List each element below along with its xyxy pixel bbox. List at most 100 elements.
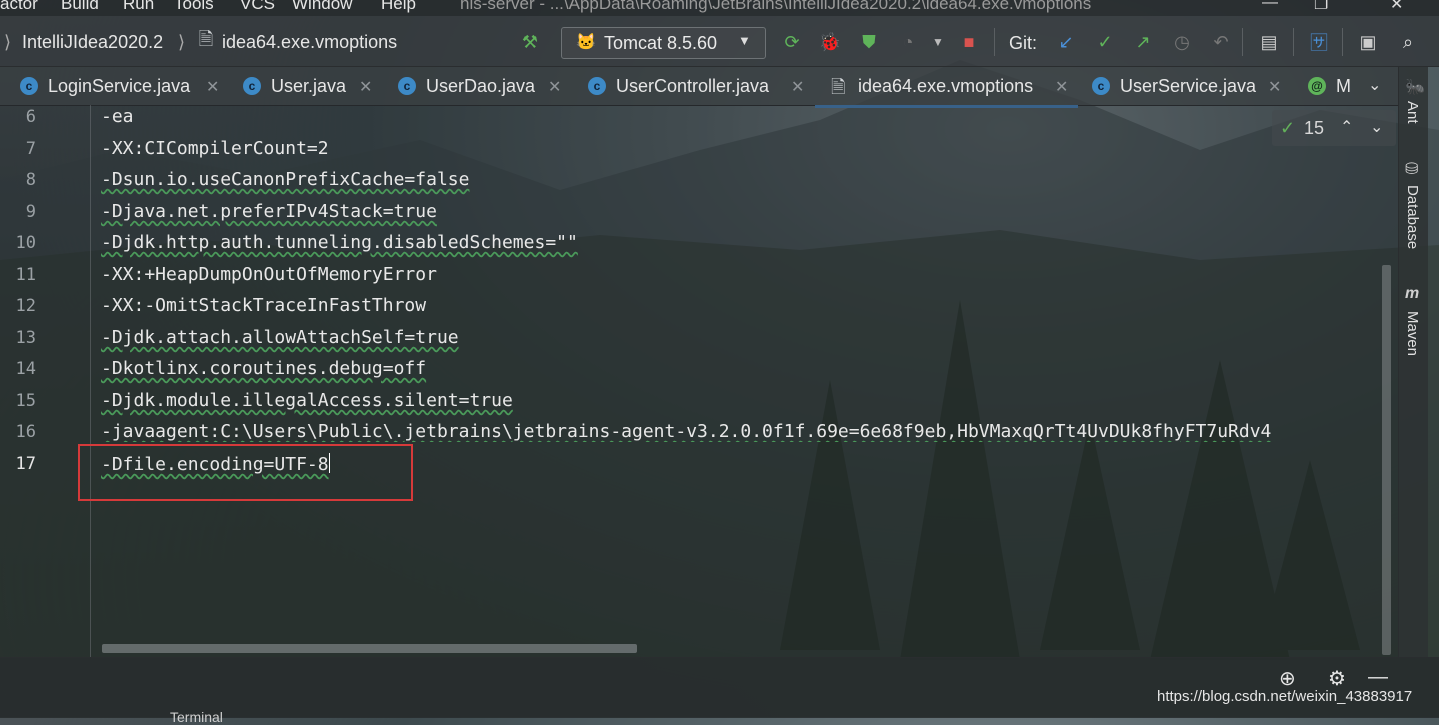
tab-label: User.java: [271, 76, 347, 96]
tab-m[interactable]: @ M: [1308, 67, 1363, 105]
ant-tool-button[interactable]: Ant: [1404, 101, 1421, 124]
git-push-icon[interactable]: ↗: [1131, 30, 1155, 54]
vertical-scrollbar[interactable]: [1382, 265, 1391, 655]
history-clock-icon[interactable]: ◷: [1170, 30, 1194, 54]
tab-user[interactable]: c User.java ✕: [243, 67, 383, 105]
debug-bug-icon[interactable]: 🐞: [818, 30, 842, 54]
git-update-icon[interactable]: ↙: [1054, 30, 1078, 54]
chevron-down-icon[interactable]: ⌄: [1370, 117, 1383, 137]
class-icon: c: [398, 77, 416, 95]
chevron-down-icon[interactable]: ▼: [926, 30, 950, 54]
presentation-icon[interactable]: ▣: [1356, 30, 1380, 54]
search-icon[interactable]: ⌕: [1396, 30, 1420, 54]
close-tab-icon[interactable]: ✕: [1268, 77, 1281, 97]
toolbar-separator: [1242, 28, 1243, 56]
menu-build[interactable]: Build: [61, 0, 99, 14]
code-line: -Djdk.http.auth.tunneling.disabledScheme…: [101, 232, 578, 253]
code-line: -ea: [101, 106, 134, 127]
watermark-url: https://blog.csdn.net/weixin_43883917: [1157, 688, 1413, 705]
profile-icon[interactable]: ◔: [896, 30, 920, 54]
database-tool-button[interactable]: Database: [1404, 185, 1421, 249]
minimize-panel-icon[interactable]: —: [1368, 666, 1388, 689]
navigation-bar: ⟩ IntelliJIdea2020.2 ⟩ 🗎 idea64.exe.vmop…: [0, 16, 1439, 67]
build-hammer-icon[interactable]: ⚒: [518, 30, 542, 54]
inspection-widget[interactable]: ✓ 15 ⌃ ⌄: [1272, 110, 1396, 146]
restore-button[interactable]: ❐: [1314, 0, 1328, 14]
line-number: 16: [15, 422, 36, 442]
tab-vmoptions[interactable]: 🗎 idea64.exe.vmoptions ✕: [815, 67, 1078, 108]
coverage-shield-icon[interactable]: ⛊: [857, 30, 881, 54]
menu-help[interactable]: Help: [381, 0, 416, 14]
menu-window[interactable]: Window: [292, 0, 352, 14]
window-title: his-server - ...\AppData\Roaming\JetBrai…: [460, 0, 1092, 13]
line-number-gutter: 6 7 8 9 10 11 12 13 14 15 16 17: [0, 105, 91, 657]
translate-icon[interactable]: 🈂: [1307, 30, 1331, 54]
close-tab-icon[interactable]: ✕: [791, 77, 804, 97]
run-configuration-label: Tomcat 8.5.60: [604, 33, 718, 53]
close-window-button[interactable]: ✕: [1390, 0, 1403, 14]
check-icon: ✓: [1280, 118, 1296, 138]
code-line: -Djdk.module.illegalAccess.silent=true: [101, 390, 513, 411]
breadcrumb-folder[interactable]: IntelliJIdea2020.2: [22, 32, 163, 53]
code-line: -Dsun.io.useCanonPrefixCache=false: [101, 169, 470, 190]
tab-userdao[interactable]: c UserDao.java ✕: [398, 67, 573, 105]
close-tab-icon[interactable]: ✕: [1055, 77, 1068, 97]
line-number: 10: [15, 233, 36, 253]
tab-label: LoginService.java: [48, 76, 191, 96]
ant-icon: 🐜: [1405, 79, 1425, 96]
editor-tab-bar: c LoginService.java ✕ c User.java ✕ c Us…: [0, 67, 1398, 108]
code-line: -Djdk.attach.allowAttachSelf=true: [101, 327, 459, 348]
git-commit-check-icon[interactable]: ✓: [1093, 30, 1117, 54]
inspection-count: 15: [1304, 118, 1325, 138]
menu-tools[interactable]: Tools: [174, 0, 214, 14]
minimize-button[interactable]: —: [1262, 0, 1278, 12]
breadcrumb-chevron-icon: ⟩: [178, 32, 186, 52]
database-icon: ⛁: [1405, 161, 1419, 178]
rerun-icon[interactable]: ⟳: [780, 30, 804, 54]
line-number: 14: [15, 359, 36, 379]
project-structure-icon[interactable]: ▤: [1257, 30, 1281, 54]
line-number: 13: [15, 328, 36, 348]
menu-run[interactable]: Run: [123, 0, 154, 14]
close-tab-icon[interactable]: ✕: [548, 77, 561, 97]
chevron-down-icon[interactable]: ⌄: [1368, 75, 1381, 95]
line-number: 12: [15, 296, 36, 316]
tomcat-icon: 🐱: [576, 34, 596, 51]
line-number: 7: [25, 139, 36, 159]
line-number: 11: [15, 265, 36, 285]
code-editor[interactable]: 6 7 8 9 10 11 12 13 14 15 16 17 -ea -XX:…: [0, 105, 1398, 657]
line-number: 9: [25, 202, 36, 222]
line-number-current: 17: [15, 454, 36, 474]
run-configuration-selector[interactable]: 🐱 Tomcat 8.5.60 ▼: [561, 27, 766, 59]
class-icon: c: [1092, 77, 1110, 95]
close-tab-icon[interactable]: ✕: [206, 77, 219, 97]
code-line: -XX:-OmitStackTraceInFastThrow: [101, 295, 427, 316]
tab-loginservice[interactable]: c LoginService.java ✕: [20, 67, 230, 105]
line-number: 6: [25, 107, 36, 127]
code-line: -Dkotlinx.coroutines.debug=off: [101, 358, 427, 379]
chevron-up-icon[interactable]: ⌃: [1340, 117, 1353, 137]
breadcrumb-file[interactable]: idea64.exe.vmoptions: [222, 32, 397, 53]
maven-tool-button[interactable]: Maven: [1404, 311, 1421, 356]
tab-label: idea64.exe.vmoptions: [858, 76, 1034, 96]
tab-usercontroller[interactable]: c UserController.java ✕: [588, 67, 810, 105]
class-icon: c: [20, 77, 38, 95]
close-tab-icon[interactable]: ✕: [359, 77, 372, 97]
toolbar-separator: [994, 28, 995, 56]
menu-refactor[interactable]: actor: [0, 0, 38, 14]
code-line: -XX:CICompilerCount=2: [101, 138, 329, 159]
code-line: -XX:+HeapDumpOnOutOfMemoryError: [101, 264, 437, 285]
stop-icon[interactable]: ■: [957, 30, 981, 54]
git-label: Git:: [1009, 33, 1038, 53]
right-tool-strip: 🐜 Ant ⛁ Database m Maven: [1398, 67, 1428, 657]
tab-userservice[interactable]: c UserService.java ✕: [1092, 67, 1292, 105]
menu-bar: actor Build Run Tools VCS Window Help hi…: [0, 0, 1439, 16]
menu-vcs[interactable]: VCS: [240, 0, 275, 14]
tab-label: UserService.java: [1120, 76, 1257, 96]
terminal-tool-button[interactable]: Terminal: [170, 709, 223, 725]
horizontal-scrollbar[interactable]: [102, 644, 637, 653]
file-icon: 🗎: [831, 77, 846, 97]
rollback-icon[interactable]: ↶: [1209, 30, 1233, 54]
toolbar-separator: [1293, 28, 1294, 56]
class-icon: c: [588, 77, 606, 95]
